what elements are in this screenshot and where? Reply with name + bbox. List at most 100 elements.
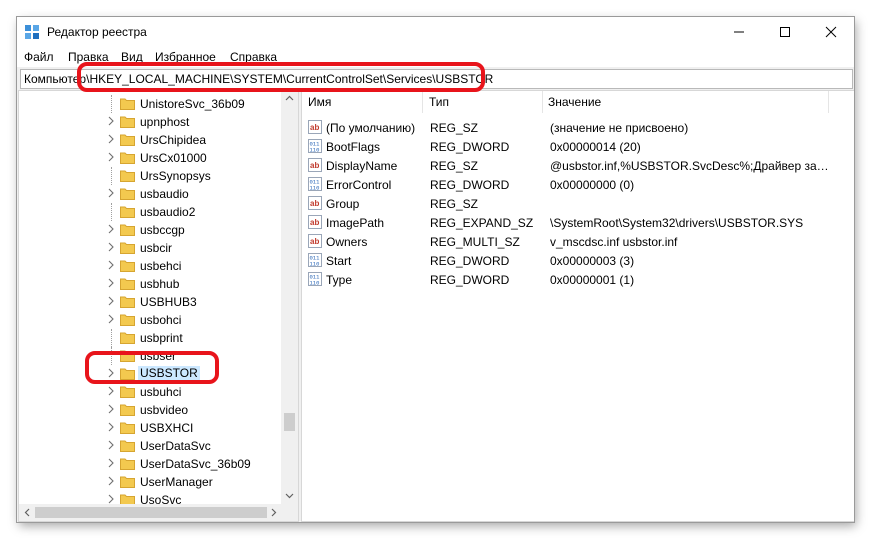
- tree-item[interactable]: usbehci: [19, 257, 281, 275]
- tree-item[interactable]: usbaudio: [19, 185, 281, 203]
- value-row[interactable]: 011 110 Type REG_DWORD 0x00000001 (1): [302, 270, 854, 289]
- chevron-right-icon[interactable]: [106, 313, 116, 325]
- chevron-right-icon[interactable]: [106, 439, 116, 451]
- svg-text:ab: ab: [310, 199, 319, 208]
- column-header-data[interactable]: Значение: [548, 95, 601, 117]
- scroll-up-icon[interactable]: [285, 95, 294, 101]
- tree-item[interactable]: usbvideo: [19, 401, 281, 419]
- tree-item[interactable]: UrsCx01000: [19, 149, 281, 167]
- folder-icon: [120, 296, 135, 308]
- chevron-right-icon[interactable]: [106, 421, 116, 433]
- tree-item[interactable]: USBXHCI: [19, 419, 281, 437]
- tree-item[interactable]: UnistoreSvc_36b09: [19, 95, 281, 113]
- chevron-right-icon[interactable]: [106, 295, 116, 307]
- chevron-right-icon[interactable]: [106, 187, 116, 199]
- scroll-right-icon[interactable]: [271, 508, 277, 517]
- scroll-left-icon[interactable]: [24, 508, 30, 517]
- folder-icon: [120, 386, 135, 398]
- menu-file[interactable]: Файл: [24, 50, 54, 64]
- close-button[interactable]: [808, 17, 854, 47]
- tree-item-label: usbehci: [140, 259, 182, 273]
- value-data: 0x00000000 (0): [550, 178, 635, 192]
- tree-item[interactable]: UrsSynopsys: [19, 167, 281, 185]
- string-value-icon: ab: [308, 158, 322, 172]
- tree-item[interactable]: USBHUB3: [19, 293, 281, 311]
- value-type: REG_DWORD: [430, 254, 510, 268]
- value-type: REG_DWORD: [430, 178, 510, 192]
- folder-icon: [120, 152, 135, 164]
- folder-icon: [120, 440, 135, 452]
- value-row[interactable]: ab (По умолчанию) REG_SZ (значение не присв…: [302, 118, 854, 137]
- column-header-name[interactable]: Имя: [308, 95, 331, 117]
- tree-item[interactable]: usbccgp: [19, 221, 281, 239]
- value-row[interactable]: 011 110 BootFlags REG_DWORD 0x00000014 (20): [302, 137, 854, 156]
- tree-item[interactable]: usbcir: [19, 239, 281, 257]
- svg-text:110: 110: [310, 147, 320, 154]
- column-separator[interactable]: [828, 91, 829, 113]
- value-type: REG_DWORD: [430, 273, 510, 287]
- chevron-right-icon[interactable]: [106, 457, 116, 469]
- minimize-button[interactable]: [716, 17, 762, 47]
- chevron-right-icon[interactable]: [106, 403, 116, 415]
- svg-text:ab: ab: [310, 237, 319, 246]
- tree-item-label: usbaudio: [140, 187, 189, 201]
- tree-hscroll-thumb[interactable]: [35, 507, 267, 518]
- column-header-type[interactable]: Тип: [429, 95, 449, 117]
- chevron-right-icon[interactable]: [106, 241, 116, 253]
- value-row[interactable]: ab Group REG_SZ: [302, 194, 854, 213]
- title-bar[interactable]: Редактор реестра: [17, 17, 854, 47]
- chevron-right-icon[interactable]: [106, 475, 116, 487]
- tree-item[interactable]: UserManager: [19, 473, 281, 491]
- chevron-right-icon[interactable]: [106, 277, 116, 289]
- chevron-right-icon[interactable]: [106, 115, 116, 127]
- tree-item[interactable]: usbhub: [19, 275, 281, 293]
- folder-icon: [120, 206, 135, 218]
- binary-value-icon: 011110: [308, 177, 322, 191]
- value-row[interactable]: ab ImagePath REG_EXPAND_SZ \SystemRoot\Syst…: [302, 213, 854, 232]
- chevron-right-icon[interactable]: [106, 151, 116, 163]
- tree-item[interactable]: usbuhci: [19, 383, 281, 401]
- registry-editor-icon: [25, 25, 39, 39]
- minimize-icon: [734, 31, 744, 33]
- tree-line: [111, 329, 112, 347]
- tree-scroll-thumb[interactable]: [284, 413, 295, 431]
- tree-item-label: USBHUB3: [140, 295, 197, 309]
- value-name: BootFlags: [326, 140, 381, 154]
- folder-icon: [120, 98, 135, 110]
- chevron-right-icon[interactable]: [106, 223, 116, 235]
- value-name: DisplayName: [326, 159, 398, 173]
- folder-icon: [120, 170, 135, 182]
- tree-item[interactable]: UserDataSvc_36b09: [19, 455, 281, 473]
- chevron-right-icon[interactable]: [106, 385, 116, 397]
- tree-item[interactable]: usbohci: [19, 311, 281, 329]
- tree-line: [111, 167, 112, 185]
- tree-item-label: usbprint: [140, 331, 183, 345]
- tree-horizontal-scrollbar[interactable]: [19, 504, 298, 521]
- string-value-icon: ab: [308, 120, 322, 134]
- maximize-button[interactable]: [762, 17, 808, 47]
- value-row[interactable]: ab DisplayName REG_SZ @usbstor.inf,%USBSTOR…: [302, 156, 854, 175]
- chevron-right-icon[interactable]: [106, 259, 116, 271]
- folder-icon: [120, 458, 135, 470]
- tree-item[interactable]: UserDataSvc: [19, 437, 281, 455]
- tree-item[interactable]: upnphost: [19, 113, 281, 131]
- folder-icon: [120, 332, 135, 344]
- scroll-down-icon[interactable]: [285, 493, 294, 499]
- tree-item[interactable]: usbprint: [19, 329, 281, 347]
- tree-vertical-scrollbar[interactable]: [281, 91, 298, 504]
- folder-icon: [120, 260, 135, 272]
- value-data: 0x00000001 (1): [550, 273, 635, 287]
- tree-item[interactable]: UrsChipidea: [19, 131, 281, 149]
- column-separator[interactable]: [422, 91, 423, 113]
- binary-value-icon: 011110: [308, 272, 322, 286]
- svg-text:110: 110: [310, 261, 320, 268]
- value-row[interactable]: 011 110 ErrorControl REG_DWORD 0x00000000 (0…: [302, 175, 854, 194]
- column-separator[interactable]: [542, 91, 543, 113]
- tree-item-label: USBXHCI: [140, 421, 194, 435]
- chevron-right-icon[interactable]: [106, 133, 116, 145]
- value-row[interactable]: 011 110 Start REG_DWORD 0x00000003 (3): [302, 251, 854, 270]
- value-data: (значение не присвоено): [550, 121, 689, 135]
- value-row[interactable]: ab Owners REG_MULTI_SZ v_mscdsc.inf usbstor…: [302, 232, 854, 251]
- tree-item[interactable]: usbaudio2: [19, 203, 281, 221]
- tree-line: [111, 203, 112, 221]
